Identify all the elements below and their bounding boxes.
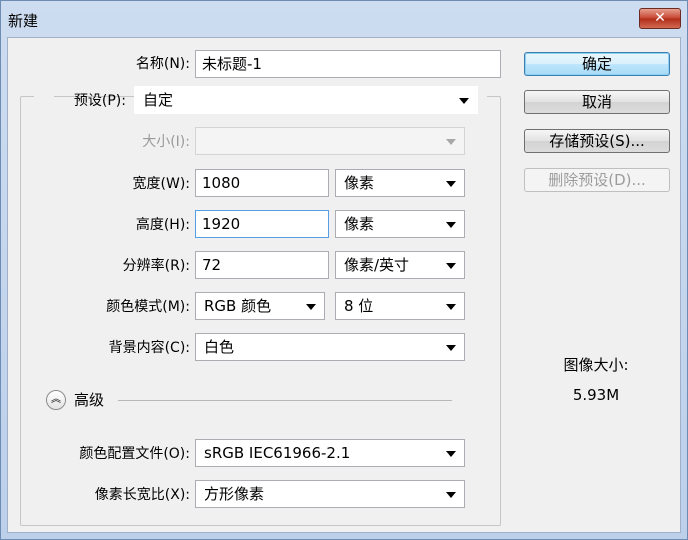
color-profile-select[interactable]: sRGB IEC61966-2.1: [195, 439, 465, 467]
double-chevron-up-icon: ︽: [51, 394, 61, 405]
save-preset-button[interactable]: 存储预设(S)...: [524, 129, 670, 153]
preset-value: 自定: [143, 91, 174, 109]
name-input[interactable]: 未标题-1: [195, 50, 501, 78]
size-label: 大小(I):: [142, 134, 190, 150]
dialog-body: 名称(N): 未标题-1 预设(P): 自定 大小(I): 宽度(W): 108…: [7, 37, 681, 533]
background-select[interactable]: 白色: [195, 333, 465, 361]
background-value: 白色: [204, 338, 235, 356]
ok-button[interactable]: 确定: [524, 52, 670, 76]
chevron-down-icon: [306, 304, 316, 310]
chevron-down-icon: [446, 304, 456, 310]
size-select: [195, 127, 465, 155]
pixel-aspect-select[interactable]: 方形像素: [195, 480, 465, 508]
chevron-down-icon: [459, 98, 469, 104]
delete-preset-button: 删除预设(D)...: [524, 168, 670, 192]
advanced-label: 高级: [74, 391, 105, 409]
close-button[interactable]: ✕: [639, 8, 681, 29]
color-mode-value: RGB 颜色: [204, 297, 272, 315]
width-input[interactable]: 1080: [195, 169, 329, 197]
pixel-aspect-label: 像素长宽比(X):: [94, 487, 190, 503]
image-size-value: 5.93M: [572, 386, 620, 404]
chevron-down-icon: [446, 222, 456, 228]
resolution-input[interactable]: 72: [195, 251, 329, 279]
height-unit-select[interactable]: 像素: [335, 210, 465, 238]
background-label: 背景内容(C):: [108, 340, 190, 356]
height-unit-value: 像素: [344, 215, 375, 233]
chevron-down-icon: [446, 181, 456, 187]
cancel-button[interactable]: 取消: [524, 90, 670, 114]
chevron-down-icon: [446, 139, 456, 145]
bit-depth-value: 8 位: [344, 297, 374, 315]
chevron-down-icon: [446, 451, 456, 457]
preset-label: 预设(P):: [73, 93, 126, 109]
resolution-unit-value: 像素/英寸: [344, 256, 410, 274]
image-size-label: 图像大小:: [563, 356, 629, 374]
chevron-down-icon: [446, 345, 456, 351]
bit-depth-select[interactable]: 8 位: [335, 292, 465, 320]
resolution-label: 分辨率(R):: [122, 258, 190, 274]
color-mode-select[interactable]: RGB 颜色: [195, 292, 325, 320]
color-profile-value: sRGB IEC61966-2.1: [204, 444, 351, 462]
chevron-down-icon: [446, 492, 456, 498]
preset-select[interactable]: 自定: [134, 86, 478, 114]
advanced-divider: [118, 400, 452, 401]
width-label: 宽度(W):: [132, 176, 190, 192]
name-label: 名称(N):: [135, 56, 190, 72]
width-unit-select[interactable]: 像素: [335, 169, 465, 197]
close-icon: ✕: [654, 10, 666, 26]
height-input[interactable]: 1920: [195, 210, 329, 238]
chevron-down-icon: [446, 263, 456, 269]
resolution-unit-select[interactable]: 像素/英寸: [335, 251, 465, 279]
pixel-aspect-value: 方形像素: [204, 485, 265, 503]
width-unit-value: 像素: [344, 174, 375, 192]
title-bar: 新建 ✕: [1, 1, 687, 37]
height-label: 高度(H):: [135, 217, 190, 233]
color-mode-label: 颜色模式(M):: [106, 299, 190, 315]
new-document-dialog: 新建 ✕ 名称(N): 未标题-1 预设(P): 自定 大小(I): 宽度(W)…: [0, 0, 688, 540]
advanced-toggle-button[interactable]: ︽: [46, 390, 66, 410]
window-title: 新建: [8, 12, 39, 30]
color-profile-label: 颜色配置文件(O):: [79, 446, 190, 462]
